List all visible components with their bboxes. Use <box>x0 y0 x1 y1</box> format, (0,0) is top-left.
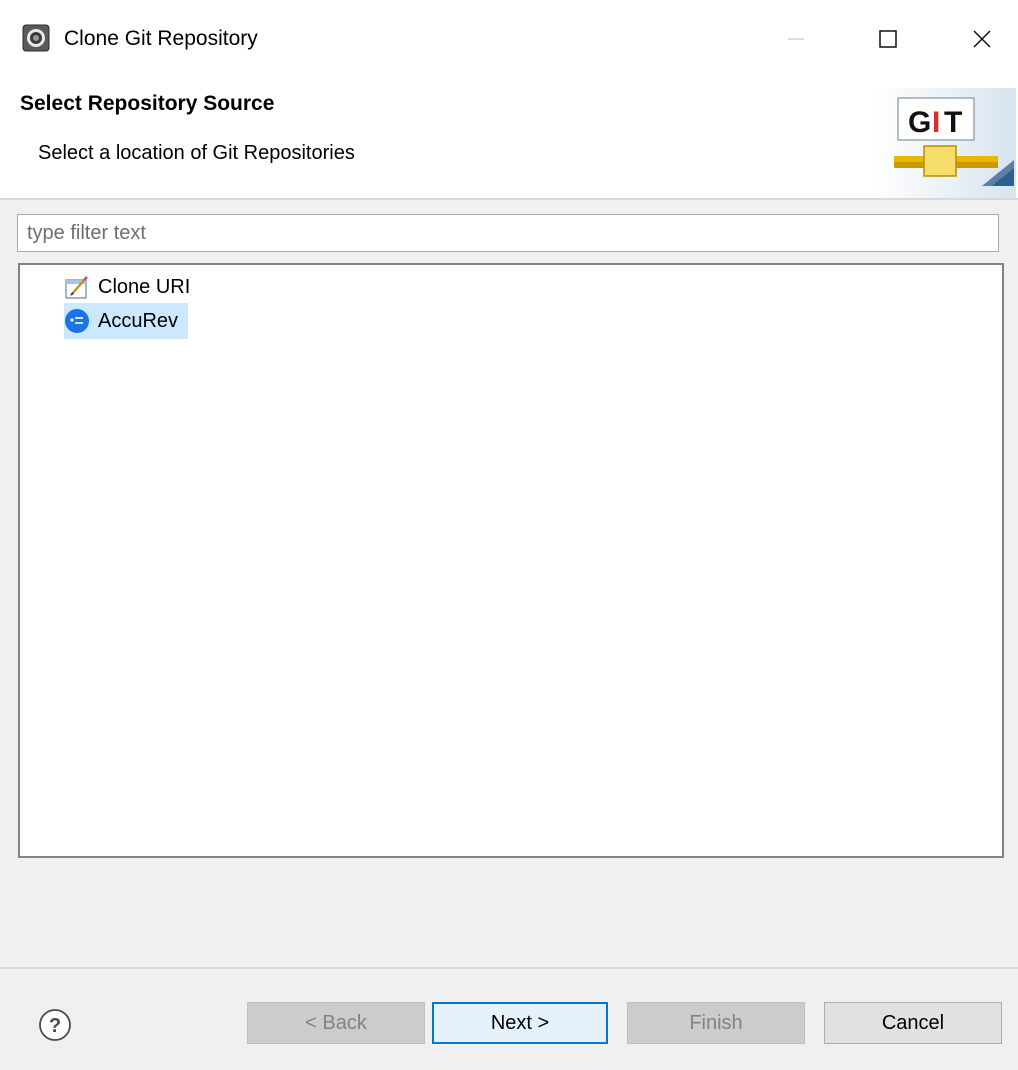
accurev-icon <box>64 308 90 334</box>
footer-separator <box>0 967 1018 969</box>
maximize-icon <box>879 30 897 48</box>
window-title: Clone Git Repository <box>64 27 258 50</box>
back-button[interactable]: < Back <box>247 1002 425 1044</box>
finish-button[interactable]: Finish <box>627 1002 805 1044</box>
tree-item-label: AccuRev <box>98 309 179 332</box>
minimize-icon <box>788 38 804 40</box>
tree-item-accurev[interactable]: AccuRev <box>64 303 189 339</box>
close-button[interactable] <box>954 0 1010 78</box>
filter-input[interactable] <box>17 214 999 252</box>
maximize-button[interactable] <box>860 0 916 78</box>
svg-text:T: T <box>944 106 962 139</box>
next-button[interactable]: Next > <box>432 1002 608 1044</box>
clone-uri-icon <box>64 274 90 300</box>
page-description: Select a location of Git Repositories <box>38 142 355 164</box>
help-icon[interactable]: ? <box>38 1008 72 1042</box>
eclipse-app-icon <box>22 24 50 52</box>
tree-item-label: Clone URI <box>98 275 191 298</box>
minimize-button[interactable] <box>768 0 824 78</box>
wizard-banner: Select Repository Source Select a locati… <box>0 78 1018 198</box>
title-bar: Clone Git Repository <box>0 0 1018 78</box>
git-logo-icon: G I T <box>874 88 1016 198</box>
banner-separator <box>0 198 1018 200</box>
cancel-button[interactable]: Cancel <box>824 1002 1002 1044</box>
page-title: Select Repository Source <box>20 92 275 115</box>
svg-text:I: I <box>932 106 940 139</box>
close-icon <box>973 30 991 48</box>
repository-source-tree[interactable]: Clone URI AccuRev <box>18 263 1004 858</box>
svg-text:?: ? <box>49 1015 61 1037</box>
clone-git-repository-dialog: Clone Git Repository Select Repository S… <box>0 0 1018 1070</box>
svg-text:G: G <box>908 106 931 139</box>
tree-item-clone-uri[interactable]: Clone URI <box>64 269 200 305</box>
